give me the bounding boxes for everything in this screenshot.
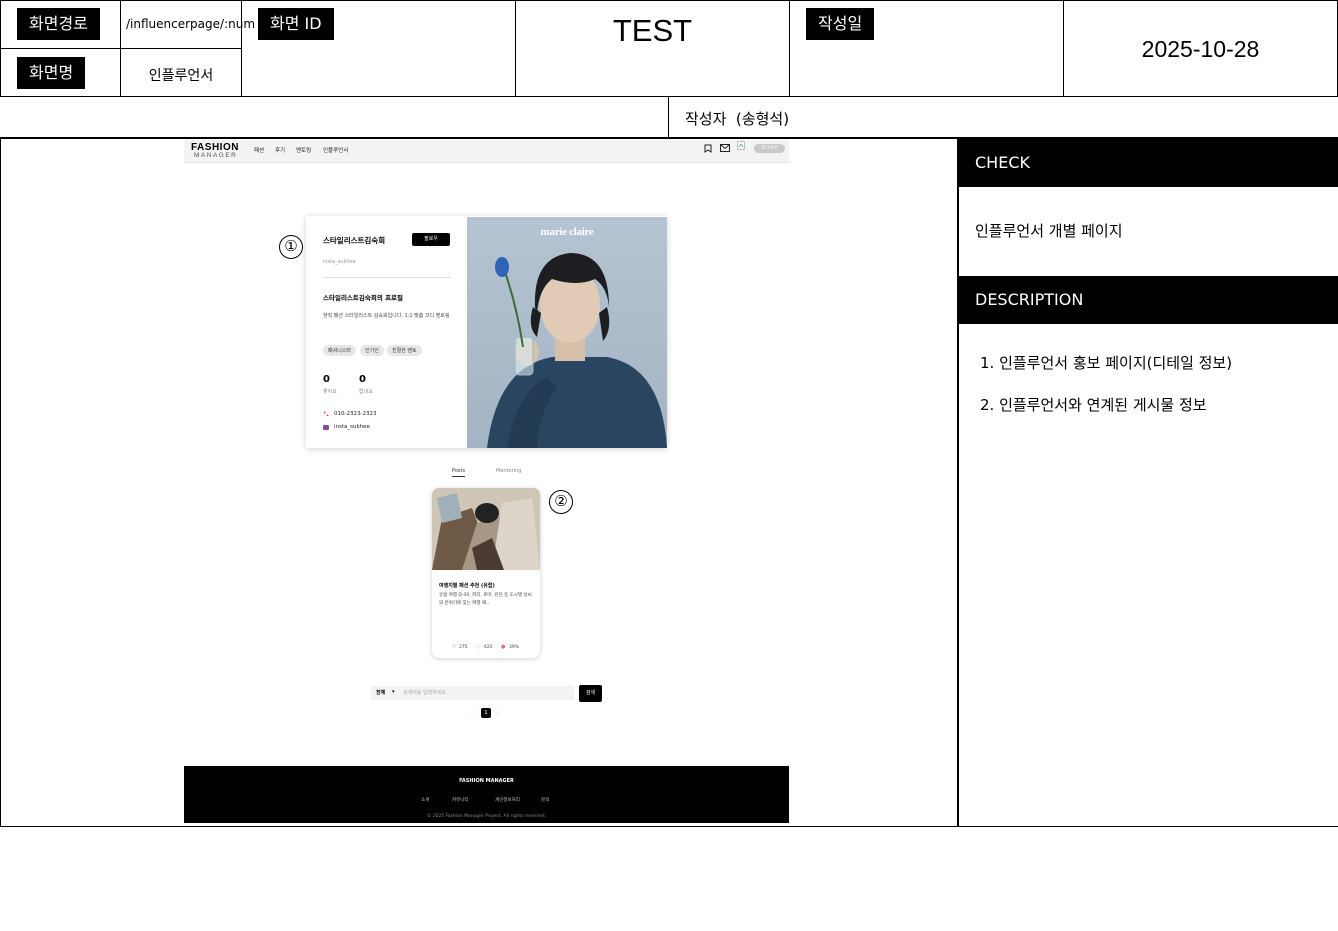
search-button[interactable]: 검색: [579, 685, 602, 702]
test-value: TEST: [612, 13, 693, 48]
tag-kind-mentor: 친절한 멘토: [387, 345, 422, 356]
site-logo-sub: MANAGER: [194, 152, 238, 159]
phone-icon: [323, 411, 329, 417]
check-header: CHECK: [959, 139, 1338, 187]
tag-popular: 인기인: [360, 345, 384, 356]
marker-1: ①: [279, 235, 303, 259]
post-card[interactable]: 여행지별 패션 추천 (유럽) 유럽 여행 D-30, 파리, 로마, 런던 등…: [432, 488, 540, 658]
logout-button[interactable]: 로그아웃: [754, 144, 785, 153]
header-cell-path-value: /influencerpage/:num: [120, 0, 255, 49]
person-illustration: [487, 253, 667, 448]
reviews-count: 0: [359, 374, 366, 385]
post-excerpt: 유럽 여행 D-30, 파리, 로마, 런던 등 도시별 날씨와 분위기에 맞는…: [439, 593, 532, 606]
page-prev[interactable]: ‹: [471, 710, 473, 716]
footer-link-community[interactable]: 커뮤니티: [452, 797, 469, 803]
description-header: DESCRIPTION: [959, 276, 1338, 324]
date-label: 작성일: [806, 8, 875, 40]
profile-photo: marie claire: [467, 217, 667, 448]
header-cell-id: 화면 ID: [241, 0, 516, 97]
description-item-2: 2. 인플루언서와 연계된 게시물 정보: [980, 396, 1207, 414]
profile-name: 스타일리스트김숙희: [323, 236, 386, 245]
header-cell-date: 2025-10-28: [1063, 0, 1338, 97]
description-title: DESCRIPTION: [975, 290, 1084, 309]
likes-count: 0: [323, 374, 330, 385]
reviews-label: 랍내요: [359, 389, 373, 395]
author-divider: [668, 97, 669, 138]
site-footer: FASHION MANAGER 소개 커뮤니티 개인정보처리 문의 © 2025…: [184, 766, 789, 823]
name-label: 화면명: [17, 57, 86, 89]
site-navbar: FASHION MANAGER 패션 후기 멘토링 인플루언서 로그아웃: [184, 140, 789, 163]
post-views: 425: [484, 645, 493, 650]
footer-link-about[interactable]: 소개: [421, 797, 429, 803]
profile-description: 현직 패션 스타일리스트 김숙희입니다. 1:1 맞춤 코디 멘토링: [323, 313, 450, 319]
footer-link-contact[interactable]: 문의: [541, 797, 549, 803]
page-1[interactable]: 1: [481, 708, 491, 718]
avatar-icon[interactable]: [737, 141, 745, 150]
bookmark-icon[interactable]: [704, 144, 712, 153]
check-text: 인플루언서 개별 페이지: [975, 222, 1123, 240]
post-thumbnail: [432, 488, 540, 570]
nav-item-fashion[interactable]: 패션: [254, 146, 264, 154]
content-frame: [0, 137, 1338, 827]
profile-divider: [323, 277, 451, 278]
author-text: 작성자 (송형석): [685, 110, 790, 128]
marker-2: ②: [549, 490, 573, 514]
chevron-down-icon: ▾: [392, 689, 395, 695]
nav-item-mentoring[interactable]: 멘토링: [296, 146, 311, 154]
footer-link-privacy[interactable]: 개인정보처리: [495, 797, 520, 803]
name-value: 인플루언서: [148, 68, 214, 84]
page-next[interactable]: ›: [497, 710, 499, 716]
path-value: /influencerpage/:num: [126, 17, 256, 31]
header-cell-date-label: 작성일: [789, 0, 1064, 97]
post-rate: 39%: [509, 645, 520, 650]
post-title: 여행지별 패션 추천 (유럽): [439, 583, 495, 589]
mail-icon[interactable]: [720, 144, 730, 152]
description-item-1: 1. 인플루언서 홍보 페이지(디테일 정보): [980, 354, 1233, 372]
check-title: CHECK: [975, 153, 1030, 172]
instagram-icon: [323, 425, 329, 430]
nav-item-influencer[interactable]: 인플루언서: [323, 146, 348, 154]
profile-phone[interactable]: 010-2323-2323: [334, 411, 376, 417]
date-value: 2025-10-28: [1141, 36, 1260, 62]
search-input[interactable]: 검색어를 입력하세요: [400, 686, 574, 700]
eye-icon: ◌: [476, 644, 481, 650]
fire-icon: ●: [501, 644, 506, 650]
header-cell-test: TEST: [515, 0, 790, 97]
profile-handle: insta_sukhee: [323, 259, 356, 265]
footer-copyright: © 2025 Fashion Manager Project. All righ…: [426, 814, 547, 819]
sidebar-divider: [957, 137, 959, 827]
heart-icon: ♡: [452, 644, 457, 650]
tab-posts[interactable]: Posts: [452, 468, 466, 477]
header-cell-name-value: 인플루언서: [120, 48, 242, 97]
path-label: 화면경로: [17, 8, 100, 40]
tag-fashionista: 패셔니스타: [323, 345, 357, 356]
search-select-value: 전체: [376, 690, 386, 696]
post-likes: 275: [459, 645, 468, 650]
search-select[interactable]: 전체 ▾: [371, 686, 401, 700]
profile-instagram[interactable]: insta_sukhee: [334, 424, 370, 430]
profile-title: 스타일리스트김숙희의 프로필: [323, 294, 404, 302]
search-placeholder: 검색어를 입력하세요: [403, 690, 446, 696]
likes-label: 좋아요: [323, 389, 337, 395]
tab-mentoring[interactable]: Mentoring: [496, 468, 521, 474]
header-cell-name: 화면명: [0, 48, 121, 97]
footer-brand: FASHION MANAGER: [459, 778, 514, 784]
follow-button[interactable]: 팔로우: [412, 233, 450, 246]
nav-item-review[interactable]: 후기: [275, 146, 285, 154]
id-label: 화면 ID: [258, 8, 334, 40]
header-cell-path: 화면경로: [0, 0, 121, 49]
